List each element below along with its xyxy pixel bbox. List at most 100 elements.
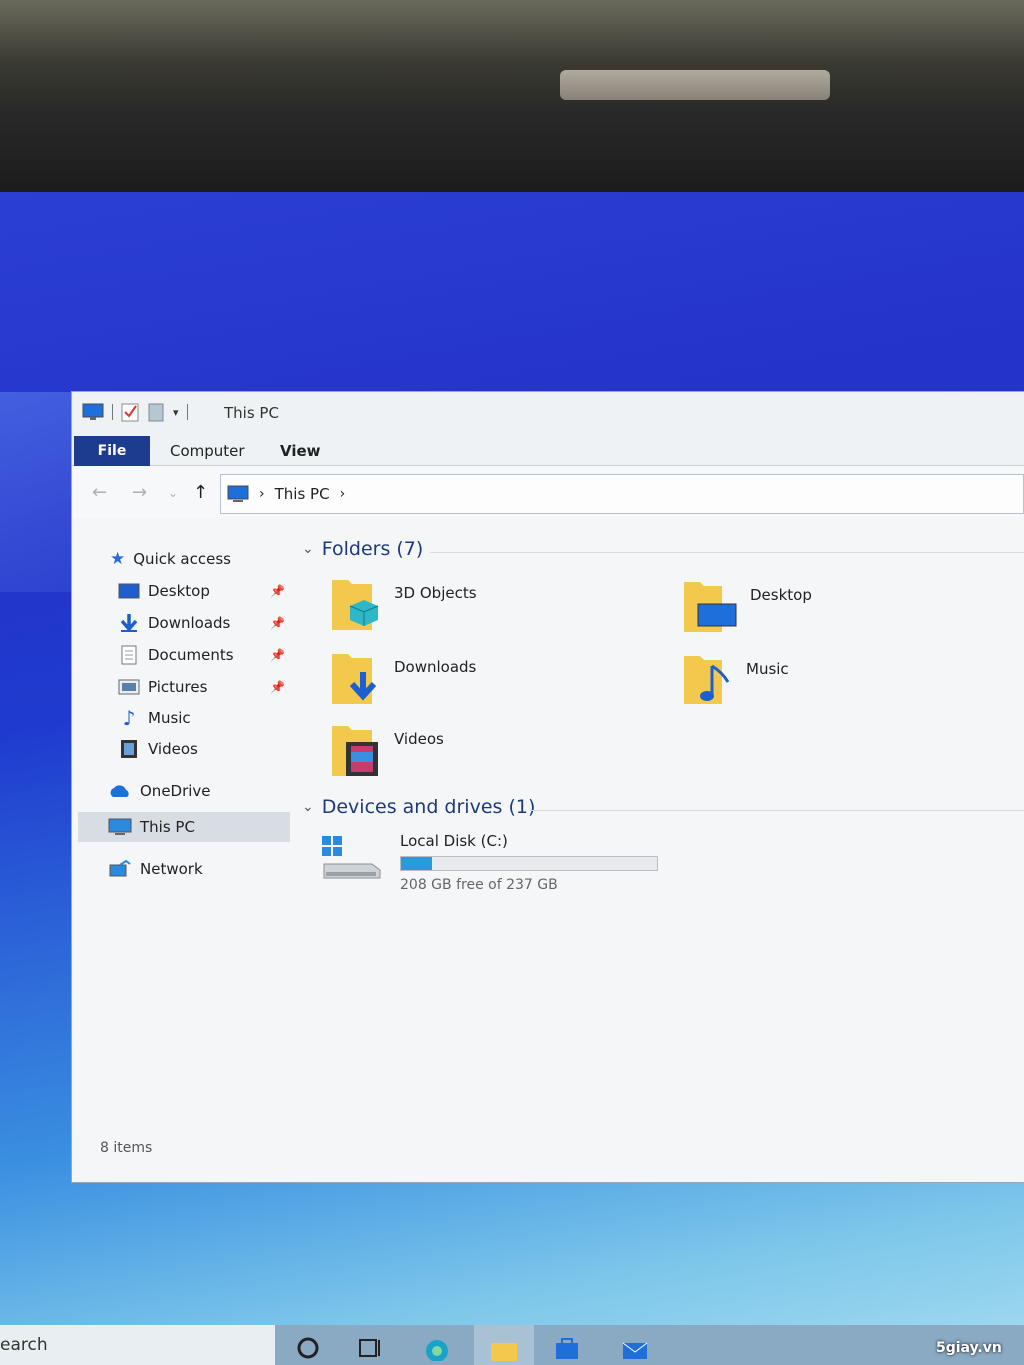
download-icon (120, 614, 138, 632)
sidebar-item-this-pc[interactable]: This PC (78, 812, 290, 842)
videos-icon (121, 740, 137, 758)
folder-tile-desktop[interactable]: Desktop (682, 578, 812, 634)
drive-name: Local Disk (C:) (400, 832, 508, 850)
hard-drive-icon (322, 836, 381, 879)
edge-icon[interactable] (422, 1335, 452, 1361)
toolbar-separator (186, 404, 188, 420)
sidebar-item-label: Documents (148, 646, 234, 664)
drive-free-space: 208 GB free of 237 GB (400, 877, 558, 893)
tab-file[interactable]: File (74, 436, 150, 466)
ribbon-tabs: File Computer View (72, 434, 1024, 466)
pin-icon: 📌 (270, 584, 285, 598)
cortana-icon[interactable] (294, 1335, 324, 1361)
sidebar-item-pictures[interactable]: Pictures 📌 (118, 672, 298, 702)
folder-music-icon (684, 656, 730, 704)
status-item-count: 8 items (100, 1140, 153, 1156)
sidebar-item-label: Pictures (148, 678, 208, 696)
drive-usage-fill (401, 857, 432, 870)
taskbar-search-box[interactable]: earch (0, 1325, 275, 1365)
group-title: Folders (7) (321, 538, 424, 560)
folder-tile-downloads[interactable]: Downloads (330, 650, 476, 708)
desktop-icon (118, 583, 140, 599)
tab-view[interactable]: View (280, 442, 321, 460)
folder-label: Desktop (750, 586, 812, 604)
quick-access-toolbar: ▾ (82, 402, 188, 422)
shelf (560, 70, 830, 100)
back-arrow-icon[interactable]: ← (92, 482, 107, 503)
folder-label: Downloads (394, 658, 477, 676)
folder-desktop-icon (684, 582, 737, 632)
monitor-bezel (0, 105, 1024, 195)
star-icon: ★ (110, 549, 126, 569)
pin-icon: 📌 (270, 616, 285, 630)
sidebar-item-label: Downloads (148, 614, 231, 632)
folder-label: Videos (394, 730, 444, 748)
sidebar-item-label: Quick access (133, 550, 231, 568)
task-view-icon[interactable] (356, 1335, 386, 1361)
network-icon (109, 859, 131, 877)
mail-icon[interactable] (620, 1335, 650, 1361)
breadcrumb-this-pc[interactable]: This PC (275, 485, 330, 503)
sidebar-item-label: Network (140, 860, 203, 878)
sidebar-item-videos[interactable]: Videos (118, 734, 198, 764)
file-explorer-taskbar-button[interactable] (474, 1325, 534, 1365)
sidebar-item-network[interactable]: Network (108, 854, 203, 884)
navigation-pane: ★ Quick access Desktop 📌 Downloads 📌 Doc… (72, 532, 290, 1152)
sidebar-item-label: Videos (148, 740, 198, 758)
chevron-down-icon[interactable]: ⌄ (302, 541, 314, 557)
folder-icon (491, 1343, 517, 1361)
folder-label: Music (746, 660, 789, 678)
new-folder-icon[interactable] (147, 402, 165, 422)
sidebar-item-music[interactable]: ♪ Music (118, 703, 191, 733)
pin-icon: 📌 (270, 648, 285, 662)
group-divider (530, 810, 1024, 811)
sidebar-item-desktop[interactable]: Desktop 📌 (118, 576, 298, 606)
store-icon[interactable] (552, 1335, 582, 1361)
computer-icon (227, 485, 249, 502)
devices-group-header[interactable]: ⌄ Devices and drives (1) (302, 796, 535, 818)
sidebar-item-quick-access[interactable]: ★ Quick access (110, 544, 231, 574)
pictures-icon (118, 679, 140, 695)
drive-tile-local-disk-c[interactable]: Local Disk (C:) 208 GB free of 237 GB (320, 832, 658, 893)
customize-toolbar-dropdown[interactable]: ▾ (173, 406, 179, 419)
document-icon (121, 645, 137, 665)
forward-arrow-icon[interactable]: → (132, 482, 147, 503)
address-bar[interactable]: › This PC › (220, 474, 1024, 514)
chevron-down-icon[interactable]: ⌄ (302, 799, 314, 815)
tab-computer[interactable]: Computer (170, 442, 245, 460)
folder-videos-icon (332, 726, 378, 776)
toolbar-separator (112, 404, 113, 420)
window-title: This PC (224, 404, 279, 422)
navigation-bar: ← → ⌄ ↑ › This PC › (72, 466, 1024, 518)
drive-details: Local Disk (C:) 208 GB free of 237 GB (400, 832, 658, 893)
drive-usage-bar (400, 856, 658, 871)
computer-icon (108, 818, 132, 835)
breadcrumb-chevron-icon[interactable]: › (259, 486, 265, 502)
sidebar-item-documents[interactable]: Documents 📌 (118, 640, 298, 670)
sidebar-item-label: OneDrive (140, 782, 211, 800)
folders-group-header[interactable]: ⌄ Folders (7) (302, 538, 423, 560)
up-arrow-icon[interactable]: ↑ (193, 482, 208, 503)
taskbar: earch (0, 1325, 1024, 1365)
group-title: Devices and drives (1) (321, 796, 536, 818)
content-pane: ⌄ Folders (7) 3D Objects Desktop Downloa… (300, 532, 1024, 1152)
file-explorer-window: ▾ This PC File Computer View ← → ⌄ ↑ › T… (72, 392, 1024, 1182)
sidebar-item-downloads[interactable]: Downloads 📌 (118, 608, 298, 638)
group-divider (430, 552, 1024, 553)
sidebar-item-label: This PC (140, 818, 195, 836)
sidebar-item-label: Desktop (148, 582, 210, 600)
folder-label: 3D Objects (394, 584, 477, 602)
watermark-text: 5giay.vn (936, 1340, 1002, 1356)
music-icon: ♪ (122, 706, 136, 730)
folder-tile-3d-objects[interactable]: 3D Objects (330, 576, 477, 634)
properties-icon[interactable] (121, 402, 139, 422)
recent-locations-chevron-icon[interactable]: ⌄ (168, 486, 178, 500)
folder-tile-videos[interactable]: Videos (330, 722, 444, 780)
computer-icon[interactable] (82, 402, 104, 422)
room-background (0, 0, 1024, 105)
pin-icon: 📌 (270, 680, 285, 694)
title-bar: ▾ This PC (72, 392, 1024, 434)
breadcrumb-chevron-icon[interactable]: › (340, 486, 346, 502)
sidebar-item-onedrive[interactable]: OneDrive (108, 776, 211, 806)
folder-tile-music[interactable]: Music (682, 652, 789, 708)
